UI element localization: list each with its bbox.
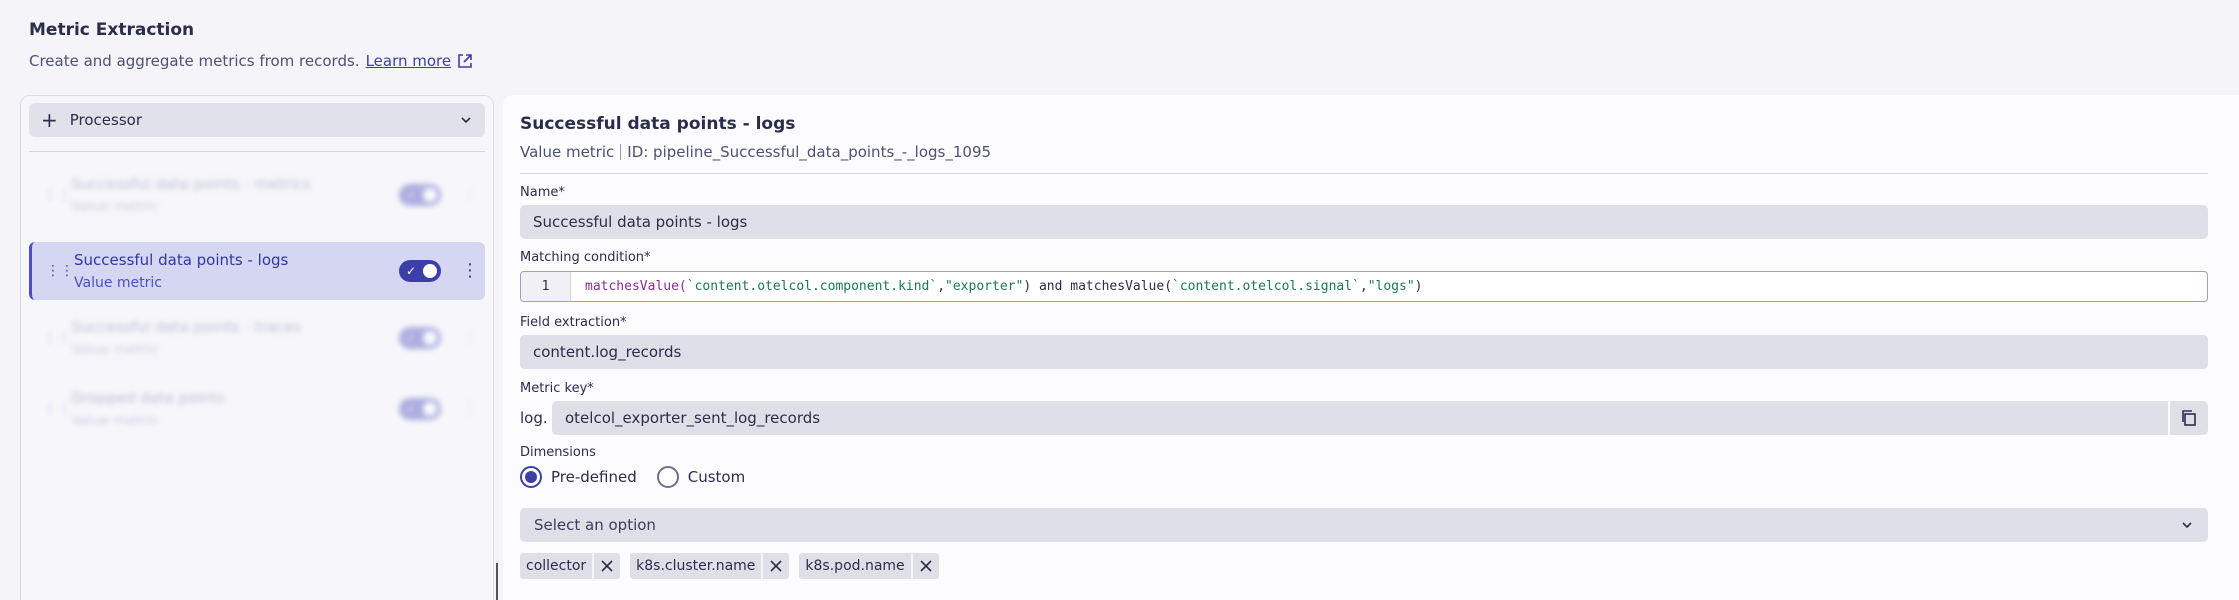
radio-checked-icon[interactable] xyxy=(520,466,542,488)
processor-item[interactable]: ⋮⋮ Dropped data points Value metric ✓ ⋮ xyxy=(29,380,485,438)
code-punct: , xyxy=(1359,279,1368,294)
code-fn: matchesValue( xyxy=(585,279,687,294)
code-punct: , xyxy=(937,279,946,294)
processor-item[interactable]: ⋮⋮ Successful data points - metrics Valu… xyxy=(29,166,485,224)
remove-chip-button[interactable] xyxy=(761,553,789,579)
plus-icon: + xyxy=(41,108,58,132)
chevron-down-icon xyxy=(461,117,471,124)
radio-unchecked-icon[interactable] xyxy=(656,466,679,488)
chip-label: collector xyxy=(526,558,587,574)
page-subtitle: Create and aggregate metrics from record… xyxy=(29,52,473,70)
dimension-chip: k8s.pod.name xyxy=(799,553,939,579)
detail-title: Successful data points - logs xyxy=(520,114,796,134)
meta-separator xyxy=(620,144,622,160)
more-options-icon[interactable]: ⋮ xyxy=(461,400,479,418)
processor-label: Processor xyxy=(69,111,143,129)
drag-handle-icon[interactable]: ⋮⋮ xyxy=(43,400,71,418)
code-arg: `content.otelcol.component.kind` xyxy=(686,279,938,294)
processor-type: Value metric xyxy=(71,413,159,429)
enable-toggle[interactable]: ✓ xyxy=(399,327,441,349)
detail-meta: Value metric ID: pipeline_Successful_dat… xyxy=(520,143,991,161)
metric-key-label: Metric key* xyxy=(520,381,594,396)
select-placeholder: Select an option xyxy=(534,516,656,534)
close-icon xyxy=(770,560,782,572)
code-line[interactable]: matchesValue(`content.otelcol.component.… xyxy=(571,272,2207,301)
divider xyxy=(520,173,2208,174)
code-punct: ) xyxy=(1414,279,1423,294)
chip-label: k8s.cluster.name xyxy=(636,558,756,574)
drag-handle-icon[interactable]: ⋮⋮ xyxy=(46,262,74,280)
close-icon xyxy=(920,560,932,572)
drag-handle-icon[interactable]: ⋮⋮ xyxy=(43,329,71,347)
processor-type: Value metric xyxy=(74,275,162,291)
code-arg: "exporter" xyxy=(945,279,1024,294)
add-processor-dropdown[interactable]: + Processor xyxy=(29,103,485,137)
enable-toggle[interactable]: ✓ xyxy=(399,398,441,420)
processor-item-selected[interactable]: ⋮⋮ Successful data points - logs Value m… xyxy=(29,242,485,300)
page-header: Metric Extraction Create and aggregate m… xyxy=(29,20,473,70)
page-title: Metric Extraction xyxy=(29,20,195,40)
dimension-chip: k8s.cluster.name xyxy=(630,553,790,579)
code-arg: `content.otelcol.signal` xyxy=(1172,279,1360,294)
processor-type: Value metric xyxy=(71,342,159,358)
processor-type: Value metric xyxy=(71,199,159,215)
field-extraction-input[interactable]: content.log_records xyxy=(520,335,2208,369)
check-icon: ✓ xyxy=(406,188,417,202)
dimensions-radio-group: Pre-defined Custom xyxy=(520,466,765,488)
processor-name: Successful data points - logs xyxy=(74,251,289,269)
metric-key-row: log. otelcol_exporter_sent_log_records xyxy=(520,401,2208,435)
chevron-down-icon xyxy=(2182,522,2192,529)
check-icon: ✓ xyxy=(406,402,417,416)
matching-condition-editor[interactable]: 1 matchesValue(`content.otelcol.componen… xyxy=(520,271,2208,302)
processor-detail-panel: Successful data points - logs Value metr… xyxy=(503,95,2239,600)
divider xyxy=(29,151,485,152)
processor-name: Successful data points - metrics xyxy=(71,175,311,193)
metric-type-label: Value metric xyxy=(520,143,615,161)
name-input[interactable]: Successful data points - logs xyxy=(520,205,2208,239)
processor-list-panel: + Processor ⋮⋮ Successful data points - … xyxy=(20,95,494,600)
radio-predefined[interactable]: Pre-defined xyxy=(520,466,637,488)
dimension-chip: collector xyxy=(520,553,621,579)
metric-key-input[interactable]: otelcol_exporter_sent_log_records xyxy=(552,401,2168,435)
selected-dimensions: collector k8s.cluster.name k8s.pod.name xyxy=(520,553,939,579)
close-icon xyxy=(601,560,613,572)
copy-icon xyxy=(2182,410,2196,426)
check-icon: ✓ xyxy=(406,264,417,278)
drag-handle-icon[interactable]: ⋮⋮ xyxy=(43,186,71,204)
remove-chip-button[interactable] xyxy=(592,553,620,579)
radio-label: Pre-defined xyxy=(551,468,637,486)
more-options-icon[interactable]: ⋮ xyxy=(461,262,479,280)
external-link-icon xyxy=(458,54,472,68)
code-arg: "logs" xyxy=(1367,279,1415,294)
more-options-icon[interactable]: ⋮ xyxy=(461,186,479,204)
enable-toggle[interactable]: ✓ xyxy=(399,184,441,206)
processor-name: Successful data points - traces xyxy=(71,318,302,336)
chip-label: k8s.pod.name xyxy=(805,558,905,574)
processor-name: Dropped data points xyxy=(71,389,225,407)
processor-id: ID: pipeline_Successful_data_points_-_lo… xyxy=(627,143,992,161)
code-punct: ) and xyxy=(1023,279,1071,294)
learn-more-label: Learn more xyxy=(365,52,452,70)
subtitle-text: Create and aggregate metrics from record… xyxy=(29,52,360,70)
metric-key-prefix: log. xyxy=(520,409,548,427)
name-label: Name* xyxy=(520,185,565,200)
dimension-select[interactable]: Select an option xyxy=(520,508,2208,542)
radio-custom[interactable]: Custom xyxy=(656,466,746,488)
more-options-icon[interactable]: ⋮ xyxy=(461,329,479,347)
dimensions-label: Dimensions xyxy=(520,445,596,460)
learn-more-link[interactable]: Learn more xyxy=(366,52,474,70)
check-icon: ✓ xyxy=(406,331,417,345)
matching-condition-label: Matching condition* xyxy=(520,250,651,265)
resize-handle[interactable] xyxy=(496,563,498,600)
line-number: 1 xyxy=(521,272,571,301)
radio-label: Custom xyxy=(687,468,746,486)
field-extraction-label: Field extraction* xyxy=(520,315,627,330)
processor-item[interactable]: ⋮⋮ Successful data points - traces Value… xyxy=(29,309,485,367)
copy-button[interactable] xyxy=(2168,401,2208,435)
enable-toggle[interactable]: ✓ xyxy=(399,260,441,282)
remove-chip-button[interactable] xyxy=(910,553,939,579)
code-fn: matchesValue( xyxy=(1070,279,1173,294)
